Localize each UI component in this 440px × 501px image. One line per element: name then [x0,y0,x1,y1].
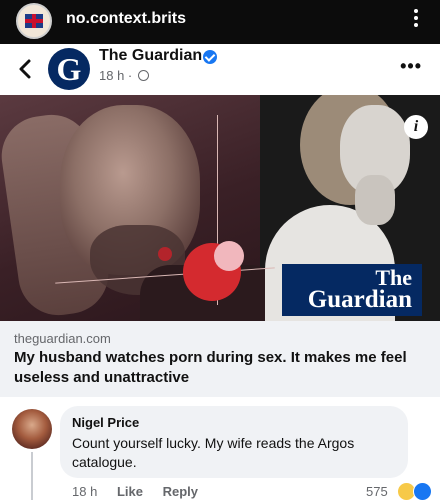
graphic-pink-circle [214,241,244,271]
link-preview[interactable]: theguardian.com My husband watches porn … [0,321,440,397]
graphic-red-dot [158,247,172,261]
account-name[interactable]: no.context.brits [66,10,186,28]
comment-time: 18 h [72,484,98,499]
info-icon[interactable]: i [404,115,428,139]
link-title: My husband watches porn during sex. It m… [14,349,407,386]
post-time: 18 h [99,68,125,83]
woman-hand-shape [355,175,395,225]
vertical-dots-icon[interactable] [410,6,422,34]
guardian-g-icon: G [56,51,82,87]
comment-text: Count yourself lucky. My wife reads the … [72,435,355,470]
union-jack-icon [25,14,43,28]
verified-badge-icon [203,50,217,64]
badge-line-2: Guardian [307,286,412,313]
post-timestamp: 18 h · [99,68,149,83]
thread-line [31,452,33,500]
globe-icon [137,70,149,81]
horizontal-dots-icon[interactable]: ••• [400,56,422,77]
post-header: G The Guardian 18 h · ••• [0,44,440,94]
link-domain: theguardian.com [14,331,111,346]
commenter-avatar[interactable] [12,409,52,449]
article-image[interactable]: i The Guardian [0,95,440,321]
page-name[interactable]: The Guardian [99,47,202,65]
like-button[interactable]: Like [117,484,143,499]
instagram-header: no.context.brits [0,0,440,44]
comment-actions: 18 h Like Reply [72,484,214,499]
like-reaction-icon [413,482,432,501]
comment-bubble: Nigel Price Count yourself lucky. My wif… [60,406,408,478]
guardian-logo-avatar[interactable]: G [48,48,90,90]
reply-button[interactable]: Reply [163,484,198,499]
back-arrow-icon[interactable] [14,57,38,81]
account-avatar[interactable] [16,3,52,39]
comment-author[interactable]: Nigel Price [72,415,139,430]
reaction-count[interactable]: 575 [366,484,388,499]
guardian-wordmark-badge: The Guardian [282,264,422,316]
